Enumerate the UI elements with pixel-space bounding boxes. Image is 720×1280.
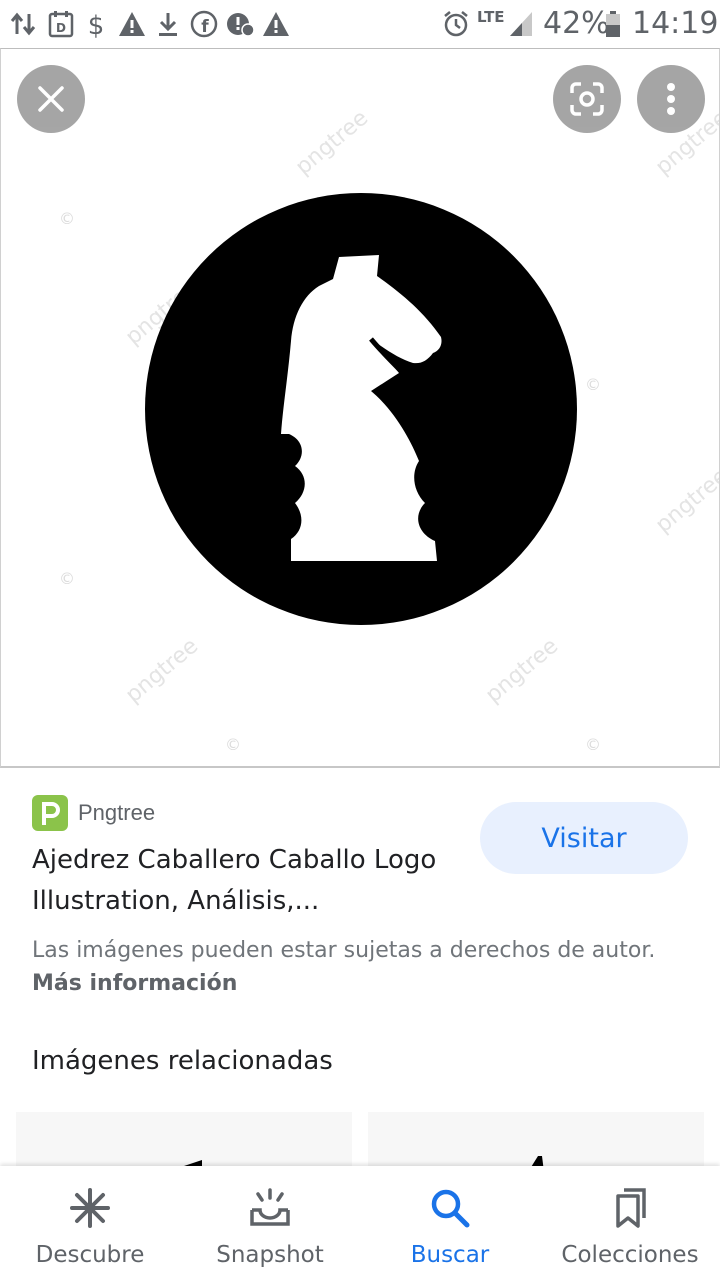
close-icon: [38, 86, 64, 112]
related-image-thumbnail: [166, 1160, 202, 1172]
chess-knight-logo-image: [145, 193, 577, 625]
download-icon: [159, 13, 177, 36]
nav-item-colecciones[interactable]: Colecciones: [540, 1166, 720, 1280]
search-icon: [428, 1186, 472, 1230]
warning-icon: [119, 12, 145, 36]
source-name: Pngtree: [78, 800, 156, 825]
nav-label: Buscar: [410, 1242, 490, 1268]
calendar-icon: D: [48, 11, 74, 38]
nav-label: Colecciones: [561, 1242, 699, 1268]
copyright-watermark: ©: [59, 209, 75, 228]
warning-icon: [263, 12, 289, 36]
bottom-navigation-bar: Descubre Snapshot Buscar Colecciones: [0, 1166, 720, 1280]
snapshot-icon: [248, 1186, 292, 1230]
discover-asterisk-icon: [68, 1186, 112, 1230]
nav-label: Descubre: [35, 1242, 145, 1268]
battery-icon: [606, 11, 620, 37]
collections-bookmark-icon: [608, 1186, 652, 1230]
network-type-label: LTE: [477, 8, 505, 26]
image-result-screen: D $ f LTE 42% 14:19 pngtree pngtree pngt…: [0, 0, 720, 1280]
nav-item-descubre[interactable]: Descubre: [0, 1166, 180, 1280]
nav-item-buscar[interactable]: Buscar: [360, 1166, 540, 1280]
svg-text:$: $: [88, 11, 105, 38]
dollar-icon: $: [88, 11, 105, 38]
watermark: pngtree: [291, 105, 374, 181]
copyright-watermark: ©: [225, 735, 241, 754]
related-images-heading: Imágenes relacionadas: [32, 1046, 333, 1076]
blocked-cloud-icon: [227, 13, 255, 37]
visit-button[interactable]: Visitar: [480, 802, 688, 874]
more-vert-icon: [667, 83, 675, 115]
facebook-icon: f: [190, 10, 218, 38]
source-attribution[interactable]: Pngtree: [32, 794, 155, 832]
more-info-link[interactable]: Más información: [32, 971, 237, 996]
data-transfer-icon: [10, 12, 36, 36]
watermark: pngtree: [651, 463, 720, 539]
copyright-watermark: ©: [585, 735, 601, 754]
image-preview[interactable]: pngtree pngtree pngtree pngtree pngtree …: [0, 48, 720, 768]
close-button[interactable]: [17, 65, 85, 133]
related-image-card[interactable]: [368, 1112, 704, 1172]
battery-percentage: 42%: [543, 6, 610, 41]
signal-icon: [510, 12, 532, 36]
svg-text:f: f: [201, 17, 209, 37]
clock-time: 14:19: [632, 6, 719, 41]
nav-label: Snapshot: [216, 1242, 324, 1268]
status-bar: D $ f LTE 42% 14:19: [0, 0, 720, 48]
copyright-notice: Las imágenes pueden estar sujetas a dere…: [32, 934, 672, 1000]
svg-text:D: D: [56, 21, 66, 35]
related-image-card[interactable]: [16, 1112, 352, 1172]
copyright-watermark: ©: [59, 569, 75, 588]
watermark: pngtree: [121, 633, 204, 709]
google-lens-button[interactable]: [553, 65, 621, 133]
copyright-watermark: ©: [585, 375, 601, 394]
more-options-button[interactable]: [637, 65, 705, 133]
related-image-thumbnail: [528, 1156, 544, 1172]
google-lens-icon: [570, 82, 604, 116]
copyright-notice-text: Las imágenes pueden estar sujetas a dere…: [32, 938, 656, 963]
watermark: pngtree: [481, 633, 564, 709]
result-title[interactable]: Ajedrez Caballero Caballo Logo Illustrat…: [32, 840, 472, 922]
alarm-icon: [444, 11, 468, 37]
nav-item-snapshot[interactable]: Snapshot: [180, 1166, 360, 1280]
pngtree-favicon-icon: [32, 795, 68, 831]
